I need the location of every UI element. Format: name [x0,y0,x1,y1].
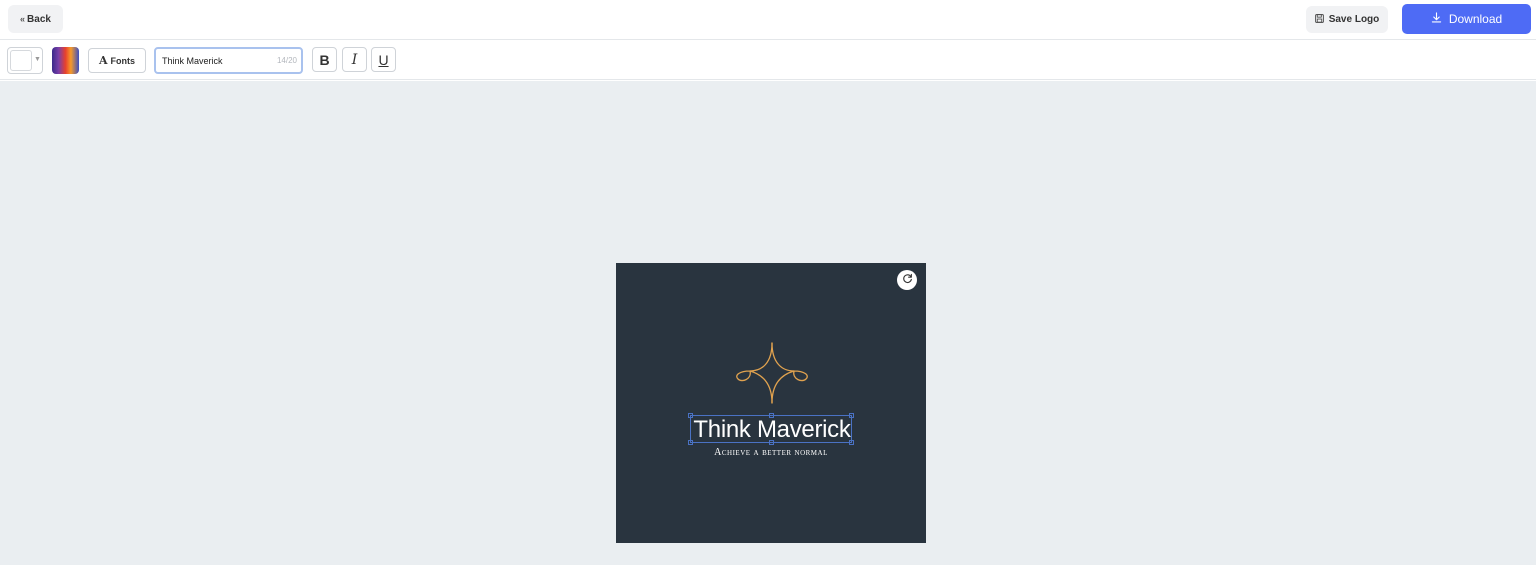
font-icon: A [98,54,108,67]
resize-handle[interactable] [769,440,774,445]
color-swatch [10,50,32,71]
download-label: Download [1448,12,1503,26]
resize-handle[interactable] [769,413,774,418]
edit-toolbar: ▼ A Fonts 14/20 B I U [0,40,1536,80]
char-counter: 14/20 [276,56,297,65]
resize-handle[interactable] [688,440,693,445]
save-logo-label: Save Logo [1328,14,1380,25]
floppy-disk-icon [1314,13,1324,26]
back-button[interactable]: « Back [8,5,63,33]
fonts-label: Fonts [110,55,136,66]
logo-symbol[interactable] [732,341,812,405]
fonts-button[interactable]: A Fonts [88,48,146,73]
resize-handle[interactable] [688,413,693,418]
gradient-color-button[interactable] [52,47,79,74]
logo-text-field[interactable]: 14/20 [154,47,303,74]
download-icon [1431,12,1442,26]
logo-tagline: Achieve a better normal [714,447,828,458]
save-logo-button[interactable]: Save Logo [1306,6,1388,33]
logo-text-input[interactable] [162,53,272,69]
text-color-picker[interactable]: ▼ [7,47,43,74]
underline-button[interactable]: U [371,47,396,72]
logo-canvas[interactable]: Think Maverick Achieve a better normal [616,263,926,543]
logo-title-selection[interactable]: Think Maverick [688,413,854,445]
double-chevron-left-icon: « [20,14,26,24]
refresh-icon [902,271,913,289]
top-header: « Back Save Logo Download [0,0,1536,40]
italic-button[interactable]: I [342,47,367,72]
caret-down-icon: ▼ [34,56,41,63]
resize-handle[interactable] [849,413,854,418]
editor-workspace: Think Maverick Achieve a better normal [0,81,1536,565]
back-label: Back [27,13,51,25]
refresh-button[interactable] [897,270,917,290]
bold-button[interactable]: B [312,47,337,72]
download-button[interactable]: Download [1402,4,1531,34]
resize-handle[interactable] [849,440,854,445]
